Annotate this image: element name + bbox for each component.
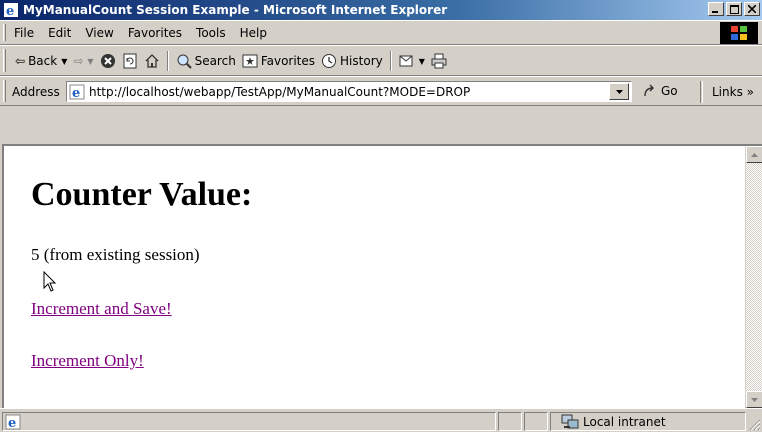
page-status-icon: e (5, 414, 21, 430)
status-main-cell: e (2, 412, 496, 431)
back-button[interactable]: ⇦ Back ▼ (12, 50, 70, 72)
scroll-down-icon (751, 397, 758, 402)
search-icon (177, 54, 192, 69)
status-zone-cell: Local intranet (550, 412, 746, 431)
menu-tools[interactable]: Tools (196, 26, 226, 40)
menu-edit[interactable]: Edit (48, 26, 71, 40)
toolbar-separator (389, 51, 392, 71)
back-arrow-icon: ⇦ (15, 54, 26, 68)
mouse-cursor-icon (43, 271, 57, 292)
scroll-up-button[interactable] (746, 146, 762, 163)
scroll-down-button[interactable] (746, 391, 762, 408)
go-arrow-icon (644, 84, 654, 97)
back-label: Back (28, 54, 58, 68)
counter-value-text: 5 (from existing session) (31, 245, 200, 264)
favorites-icon (242, 54, 258, 68)
zone-label: Local intranet (583, 414, 666, 429)
favorites-label: Favorites (260, 54, 316, 68)
page-content: Counter Value: 5 (from existing session)… (4, 146, 746, 408)
maximize-button[interactable] (726, 2, 742, 16)
history-button[interactable]: History (318, 50, 386, 72)
vertical-scrollbar[interactable] (745, 146, 762, 408)
page-heading: Counter Value: (31, 176, 253, 213)
svg-text:e: e (6, 4, 14, 18)
url-input[interactable] (89, 84, 609, 99)
scroll-track[interactable] (746, 163, 762, 391)
history-icon (322, 54, 337, 68)
history-label: History (340, 54, 383, 68)
menu-bar: File Edit View Favorites Tools Help (0, 20, 762, 45)
stop-button[interactable] (97, 50, 119, 72)
maximize-icon (729, 4, 739, 14)
links-grip[interactable] (700, 81, 703, 103)
browser-viewport: Counter Value: 5 (from existing session)… (2, 144, 762, 408)
address-bar: Address e Go Links » (0, 76, 762, 106)
standard-toolbar: ⇦ Back ▼ ⇨ ▼ Search Favorites History ▼ (0, 45, 762, 76)
home-icon (145, 54, 159, 68)
close-button[interactable] (744, 2, 760, 16)
stop-icon (100, 54, 115, 68)
minimize-button[interactable] (708, 2, 724, 16)
svg-text:e: e (72, 86, 80, 100)
go-button[interactable]: Go (642, 83, 678, 99)
menu-grip[interactable] (3, 24, 6, 41)
toolbar-grip[interactable] (3, 49, 6, 72)
status-security-cell (524, 412, 548, 431)
toolbar-separator (166, 51, 169, 71)
mail-icon (399, 55, 413, 67)
increment-only-link[interactable]: Increment Only! (31, 351, 144, 371)
go-label: Go (661, 84, 678, 98)
search-label: Search (194, 54, 236, 68)
menu-view[interactable]: View (85, 26, 113, 40)
refresh-icon (123, 53, 137, 69)
window-title: MyManualCount Session Example - Microsof… (23, 3, 448, 17)
scroll-up-icon (751, 152, 758, 157)
status-progress-cell (498, 412, 522, 431)
status-bar: e Local intranet (0, 408, 762, 432)
increment-and-save-link[interactable]: Increment and Save! (31, 299, 172, 319)
local-intranet-icon (561, 414, 579, 428)
links-button[interactable]: Links » (712, 85, 754, 99)
menu-favorites[interactable]: Favorites (128, 26, 182, 40)
forward-button[interactable]: ⇨ ▼ (70, 50, 96, 72)
windows-logo-icon (720, 22, 758, 44)
back-dropdown-icon[interactable]: ▼ (61, 57, 67, 66)
search-button[interactable]: Search (173, 50, 239, 72)
page-icon: e (69, 84, 85, 100)
address-field[interactable]: e (66, 81, 632, 102)
print-icon (431, 53, 447, 69)
forward-dropdown-icon[interactable]: ▼ (87, 57, 93, 66)
menu-help[interactable]: Help (240, 26, 267, 40)
refresh-button[interactable] (119, 50, 141, 72)
chevron-down-icon (615, 89, 623, 94)
resize-grip-icon[interactable] (747, 417, 761, 431)
forward-arrow-icon: ⇨ (73, 54, 84, 68)
address-label: Address (12, 85, 60, 99)
svg-text:e: e (8, 416, 16, 430)
close-icon (748, 5, 756, 13)
home-button[interactable] (141, 50, 163, 72)
mail-button[interactable]: ▼ (396, 50, 428, 72)
minimize-icon (712, 11, 718, 13)
print-button[interactable] (428, 50, 450, 72)
window-titlebar[interactable]: e MyManualCount Session Example - Micros… (0, 0, 762, 20)
menu-file[interactable]: File (14, 26, 34, 40)
mail-dropdown-icon[interactable]: ▼ (419, 57, 425, 66)
address-grip[interactable] (3, 80, 6, 102)
favorites-button[interactable]: Favorites (239, 50, 318, 72)
ie-app-icon: e (3, 2, 19, 19)
address-dropdown-button[interactable] (609, 83, 629, 100)
